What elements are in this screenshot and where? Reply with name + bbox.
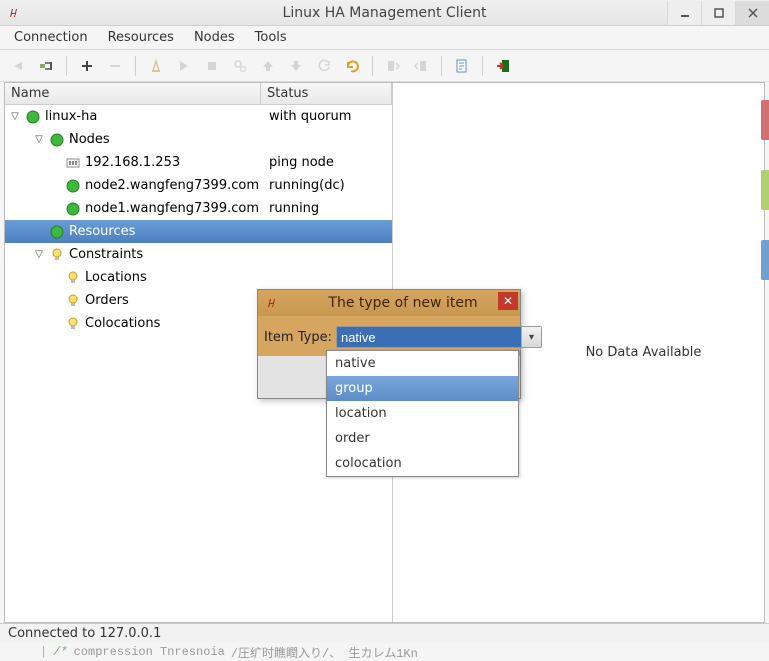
tree-label: Locations (85, 270, 147, 285)
column-status[interactable]: Status (261, 83, 392, 104)
start-icon (172, 54, 196, 78)
lightbulb-icon (49, 247, 65, 263)
app-icon (6, 5, 22, 21)
arrow-down-icon (284, 54, 308, 78)
tree-label: node1.wangfeng7399.com (85, 201, 259, 216)
no-data-label: No Data Available (586, 345, 702, 360)
toolbar (0, 50, 769, 82)
expander-icon[interactable]: ▽ (9, 111, 21, 123)
tree-label: node2.wangfeng7399.com (85, 178, 259, 193)
chevron-down-icon[interactable]: ▾ (521, 327, 541, 347)
status-green-icon (65, 178, 81, 194)
tree-row-node[interactable]: node2.wangfeng7399.com running(dc) (5, 174, 392, 197)
tree-row-node[interactable]: 192.168.1.253 ping node (5, 151, 392, 174)
gears-icon (228, 54, 252, 78)
menu-nodes[interactable]: Nodes (184, 27, 245, 48)
lightbulb-icon (65, 293, 81, 309)
status-green-icon (49, 132, 65, 148)
dropdown-option[interactable]: native (327, 351, 518, 376)
tree-label: Colocations (85, 316, 160, 331)
tree-row-constraint-child[interactable]: Locations (5, 266, 392, 289)
tree-status: ping node (265, 155, 392, 170)
status-green-icon (49, 224, 65, 240)
arrow-up-icon (256, 54, 280, 78)
menu-resources[interactable]: Resources (98, 27, 184, 48)
dropdown-option[interactable]: colocation (327, 451, 518, 476)
window-controls (667, 1, 769, 25)
lightbulb-icon (65, 270, 81, 286)
remove-icon (103, 54, 127, 78)
lightbulb-icon (65, 316, 81, 332)
expander-icon[interactable]: ▽ (33, 134, 45, 146)
toolbar-separator (135, 56, 136, 76)
tree-label: Orders (85, 293, 129, 308)
background-fragment: | /* compression Tnresnoia /圧纩时瞧瞤入り/、 生カ… (0, 643, 769, 661)
tree-label: 192.168.1.253 (85, 155, 180, 170)
dropdown-option[interactable]: order (327, 426, 518, 451)
tree-row-constraints[interactable]: ▽ Constraints (5, 243, 392, 266)
menubar: Connection Resources Nodes Tools (0, 26, 769, 50)
tree-label: linux-ha (45, 109, 97, 124)
pointer-left-icon (6, 54, 30, 78)
menu-connection[interactable]: Connection (4, 27, 98, 48)
column-name[interactable]: Name (5, 83, 261, 104)
exit-icon[interactable] (491, 54, 515, 78)
tree-row-resources[interactable]: Resources (5, 220, 392, 243)
status-green-icon (25, 109, 41, 125)
dialog-close-button[interactable]: ✕ (498, 292, 518, 310)
tree-row-nodes[interactable]: ▽ Nodes (5, 128, 392, 151)
maximize-button[interactable] (701, 1, 735, 25)
dropdown-option[interactable]: group (327, 376, 518, 401)
node-standby-icon (381, 54, 405, 78)
toolbar-separator (482, 56, 483, 76)
dialog-titlebar[interactable]: The type of new item ✕ (258, 290, 520, 316)
dialog-title: The type of new item (286, 295, 520, 311)
stop-icon (200, 54, 224, 78)
tree-status: running (265, 201, 392, 216)
dropdown-option[interactable]: location (327, 401, 518, 426)
minimize-button[interactable] (667, 1, 701, 25)
background-strip (761, 100, 769, 360)
toolbar-separator (372, 56, 373, 76)
toolbar-separator (66, 56, 67, 76)
status-green-icon (65, 201, 81, 217)
tree-row-node[interactable]: node1.wangfeng7399.com running (5, 197, 392, 220)
refresh-icon (312, 54, 336, 78)
tree-label: Nodes (69, 132, 110, 147)
node-active-icon (409, 54, 433, 78)
add-icon[interactable] (75, 54, 99, 78)
close-button[interactable] (735, 1, 769, 25)
status-text: Connected to 127.0.0.1 (8, 626, 161, 641)
item-type-combo[interactable]: ▾ (336, 326, 542, 348)
cleanup-icon (144, 54, 168, 78)
item-type-input[interactable] (337, 327, 521, 347)
titlebar: Linux HA Management Client (0, 0, 769, 26)
toolbar-separator (441, 56, 442, 76)
tree-status: running(dc) (265, 178, 392, 193)
tree-label: Resources (69, 224, 135, 239)
ping-node-icon (65, 155, 81, 171)
item-type-dropdown[interactable]: native group location order colocation (326, 350, 519, 477)
tree-header: Name Status (5, 83, 392, 105)
document-icon[interactable] (450, 54, 474, 78)
undo-icon[interactable] (340, 54, 364, 78)
tree-status: with quorum (265, 109, 392, 124)
window-title: Linux HA Management Client (0, 5, 769, 21)
menu-tools[interactable]: Tools (245, 27, 297, 48)
expander-icon[interactable]: ▽ (33, 249, 45, 261)
statusbar: Connected to 127.0.0.1 (0, 623, 769, 643)
tree-row-root[interactable]: ▽ linux-ha with quorum (5, 105, 392, 128)
plug-icon[interactable] (34, 54, 58, 78)
garbage-text: compression Tnresnoia (74, 645, 225, 659)
tree-label: Constraints (69, 247, 143, 262)
item-type-label: Item Type: (264, 330, 332, 345)
app-icon (264, 295, 280, 311)
